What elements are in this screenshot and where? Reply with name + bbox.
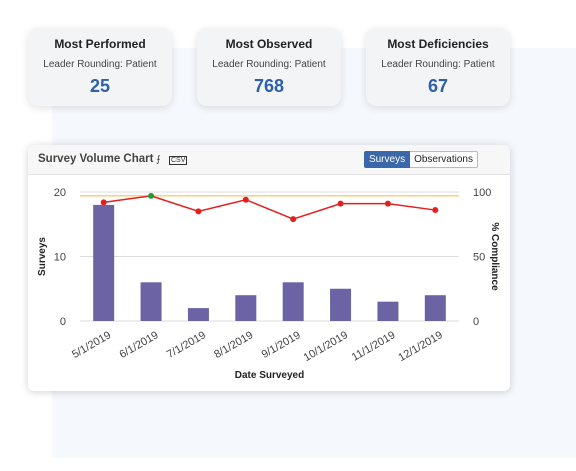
y-axis-title: Surveys: [37, 237, 48, 276]
pdf-icon[interactable]: ⨍: [156, 154, 161, 165]
chart-plot: 0 10 20 0 50 100 5/1/2019 6/1/2019 7/1/2019 8/1/2…: [37, 187, 500, 381]
compliance-point: [384, 200, 391, 207]
compliance-point: [242, 196, 249, 203]
stat-value: 67: [427, 76, 449, 96]
bar: [377, 301, 399, 321]
bar: [330, 288, 352, 321]
compliance-point: [148, 192, 155, 199]
bar: [93, 204, 115, 321]
bar: [424, 295, 446, 321]
survey-volume-chart-card: Survey Volume Chart ⨍ CSV Surveys Observ…: [28, 145, 510, 391]
y2-tick-label: 100: [473, 187, 491, 199]
x-tick-label: 9/1/2019: [260, 329, 303, 361]
chart-title: Survey Volume Chart: [38, 153, 154, 165]
x-tick-label: 6/1/2019: [117, 329, 160, 361]
y-tick-label: 0: [60, 316, 66, 328]
stat-title: Most Performed: [54, 37, 146, 51]
chart-header: Survey Volume Chart ⨍ CSV Surveys Observ…: [28, 145, 510, 175]
csv-icon[interactable]: CSV: [169, 156, 188, 165]
compliance-point: [290, 216, 297, 223]
stat-title: Most Observed: [225, 37, 313, 51]
stat-card-performed: Most Performed Leader Rounding: Patient …: [28, 28, 172, 106]
x-tick-label: 7/1/2019: [165, 329, 208, 361]
stat-subtitle: Leader Rounding: Patient: [381, 59, 495, 70]
x-tick-label: 11/1/2019: [350, 329, 398, 363]
y2-axis-title: % Compliance: [489, 222, 500, 291]
compliance-point: [337, 200, 344, 207]
stat-subtitle: Leader Rounding: Patient: [43, 59, 157, 70]
x-tick-label: 12/1/2019: [396, 329, 444, 364]
stat-subtitle: Leader Rounding: Patient: [212, 59, 326, 70]
stat-card-deficiencies: Most Deficiencies Leader Rounding: Patie…: [366, 28, 510, 106]
stat-value: 25: [89, 76, 111, 96]
toggle-surveys[interactable]: Surveys: [363, 151, 411, 168]
toggle-observations[interactable]: Observations: [410, 151, 478, 168]
compliance-point: [432, 207, 439, 214]
compliance-line: [103, 195, 436, 220]
bar: [187, 308, 209, 321]
compliance-point: [195, 208, 202, 215]
bar: [282, 282, 304, 321]
y-tick-label: 20: [54, 187, 66, 199]
x-tick-label: 10/1/2019: [302, 329, 350, 364]
x-tick-label: 5/1/2019: [70, 329, 113, 361]
x-axis-title: Date Surveyed: [235, 370, 304, 381]
stat-value: 768: [253, 76, 285, 96]
bar: [140, 282, 162, 321]
compliance-point: [100, 199, 107, 206]
stat-title: Most Deficiencies: [387, 37, 489, 51]
y2-tick-label: 0: [473, 316, 479, 328]
y-tick-label: 10: [54, 252, 66, 264]
y2-tick-label: 50: [473, 252, 485, 264]
x-tick-label: 8/1/2019: [212, 329, 255, 361]
stat-card-observed: Most Observed Leader Rounding: Patient 7…: [197, 28, 341, 106]
bar: [235, 295, 257, 321]
view-toggle: Surveys Observations: [363, 151, 478, 168]
